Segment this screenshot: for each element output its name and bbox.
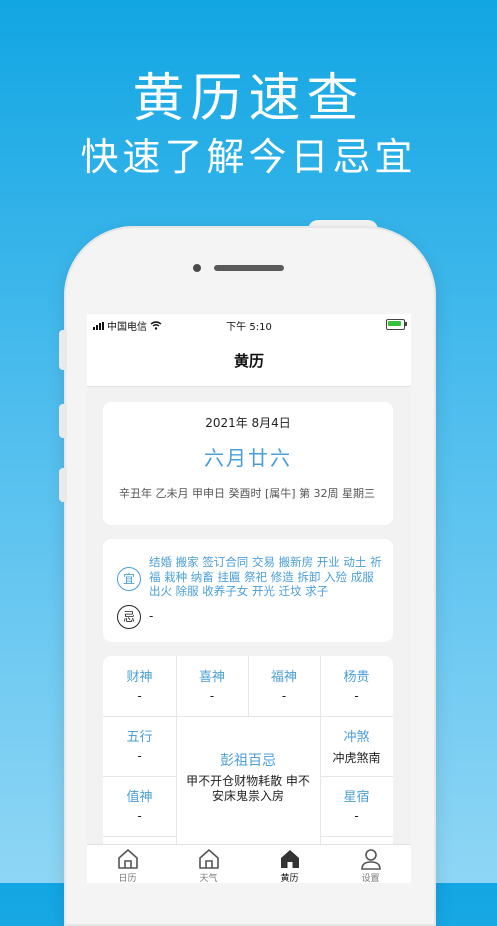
ji-items: - [149,609,154,623]
lunar-date: 六月廿六 [204,446,292,470]
phone-side-button [59,404,67,438]
god-cell-caishen: 财神 - [126,670,153,703]
tab-almanac[interactable]: 黄历 [249,847,330,883]
app-screen: 中国电信 下午 5:10 黄历 2021年 8月4日 六月廿六 辛丑年 乙未月 … [87,314,411,883]
god-cell-pengzu: 彭祖百忌 甲不开仓财物耗散 申不安床鬼祟入房 [186,753,310,803]
phone-side-button [59,330,67,370]
god-cell-zhishen: 值神 - [126,790,153,823]
promo-title: 黄历速查 [132,69,365,129]
solar-date: 2021年 8月4日 [205,416,291,430]
battery-icon [386,319,407,330]
ji-badge: 忌 [117,605,141,629]
tab-settings[interactable]: 设置 [330,847,411,883]
home-icon [117,849,138,869]
phone-side-button [59,468,67,502]
promo-subtitle: 快速了解今日忌宜 [80,135,417,179]
date-card[interactable]: 2021年 8月4日 六月廿六 辛丑年 乙未月 甲申日 癸酉时 [属牛] 第 3… [103,402,393,525]
status-time: 下午 5:10 [226,322,272,333]
page-title: 黄历 [87,336,411,387]
god-cell-wuxing: 五行 - [126,730,153,763]
tab-weather[interactable]: 天气 [168,847,249,883]
yi-badge: 宜 [117,567,141,591]
ganzhi-info: 辛丑年 乙未月 甲申日 癸酉时 [属牛] 第 32周 星期三 [119,487,376,500]
yi-items: 结婚 搬家 签订合同 交易 搬新房 开业 动土 祈福 栽种 纳畜 挂匾 祭祀 修… [149,555,382,598]
user-icon [360,849,381,870]
god-cell-yanggui: 杨贵 - [343,670,370,703]
god-cell-xingxiu: 星宿 - [343,790,370,823]
god-cell-chongsha: 冲煞 冲虎煞南 [332,730,381,765]
tab-calendar[interactable]: 日历 [87,847,168,883]
home-icon [198,849,219,869]
god-cell-xishen: 喜神 - [198,670,225,703]
god-cell-fushen: 福神 - [270,670,297,703]
yiji-card: 宜 结婚 搬家 签订合同 交易 搬新房 开业 动土 祈福 栽种 纳畜 挂匾 祭祀… [103,539,393,642]
home-filled-icon [280,850,299,868]
status-bar: 中国电信 下午 5:10 [87,314,411,336]
tab-bar: 日历 天气 黄历 设置 [87,844,411,883]
phone-speaker [214,265,284,271]
phone-camera [193,264,201,272]
